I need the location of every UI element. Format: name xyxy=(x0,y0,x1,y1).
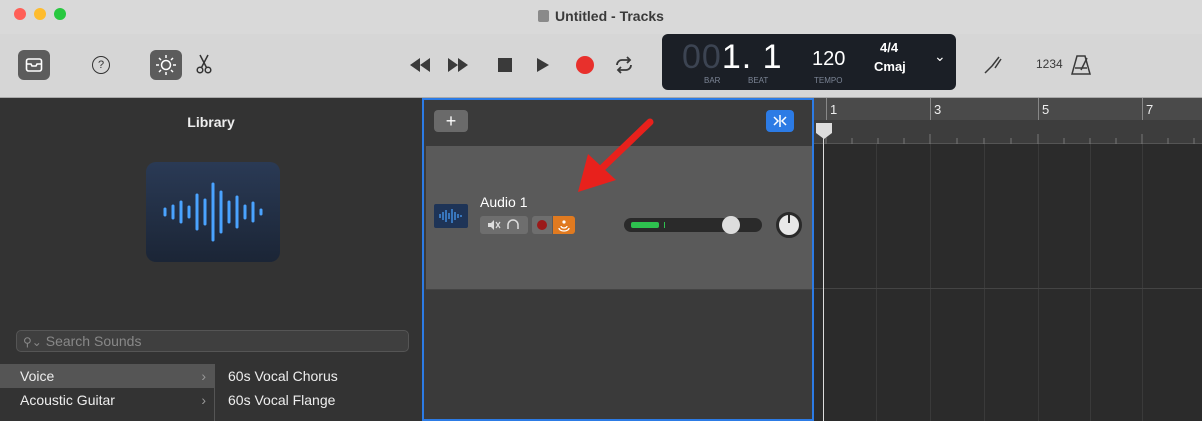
rewind-icon xyxy=(410,58,430,72)
cycle-icon xyxy=(616,56,632,74)
annotation-red-arrow xyxy=(578,118,654,192)
document-icon xyxy=(538,10,550,22)
library-panel: Library ⚲⌄ Search Sounds Voice › Acousti… xyxy=(0,98,422,421)
metronome-icon xyxy=(1071,55,1091,75)
catch-icon xyxy=(773,115,787,127)
tuning-fork-icon xyxy=(984,56,1002,74)
category-acoustic-guitar[interactable]: Acoustic Guitar › xyxy=(0,388,214,412)
fast-forward-button[interactable] xyxy=(446,56,470,74)
solo-headphones-button[interactable] xyxy=(507,219,519,229)
quick-help-button[interactable]: ? xyxy=(92,56,110,74)
ruler-ticks xyxy=(825,134,1195,144)
lcd-bar-label: BAR xyxy=(704,76,721,85)
chevron-right-icon: › xyxy=(201,368,206,384)
tracks-timeline[interactable]: 1 3 5 7 xyxy=(814,98,1202,421)
category-voice[interactable]: Voice › xyxy=(0,364,214,388)
lcd-time-signature: 4/4 xyxy=(880,40,899,55)
ruler[interactable]: 1 3 5 7 xyxy=(814,98,1202,144)
ruler-mark: 7 xyxy=(1146,102,1154,117)
pan-knob[interactable] xyxy=(776,212,802,238)
lcd-display[interactable]: 001. 1 BAR BEAT 120 TEMPO 4/4 Cmaj ⌄ xyxy=(662,34,956,90)
editors-button[interactable] xyxy=(195,54,213,74)
control-bar: ? 001. 1 BAR BEAT 120 TEMPO 4/4 Cmaj ⌄ 1… xyxy=(0,34,1202,98)
waveform-icon xyxy=(163,182,263,242)
ruler-mark: 1 xyxy=(830,102,838,117)
playhead[interactable] xyxy=(823,124,824,421)
rewind-button[interactable] xyxy=(408,56,432,74)
lcd-beat-value: 1. 1 xyxy=(721,38,783,76)
input-monitoring-button[interactable] xyxy=(553,216,575,234)
track-waveform-icon xyxy=(434,204,468,228)
search-sounds-field[interactable]: ⚲⌄ Search Sounds xyxy=(16,330,409,352)
track-name[interactable]: Audio 1 xyxy=(480,194,527,210)
fast-forward-icon xyxy=(448,58,468,72)
window-title: Untitled - Tracks xyxy=(0,8,1202,24)
cycle-area[interactable] xyxy=(814,98,1202,120)
stop-button[interactable] xyxy=(498,58,512,72)
tuner-button[interactable] xyxy=(982,54,1004,76)
library-button[interactable] xyxy=(18,50,50,80)
smart-controls-button[interactable] xyxy=(150,50,182,80)
count-in-button[interactable]: 1234 xyxy=(1036,57,1063,71)
track-headers-area: + Audio 1 xyxy=(422,98,814,421)
patch-icon-waveform xyxy=(146,162,280,262)
search-icon: ⚲⌄ xyxy=(23,335,42,349)
volume-slider-knob[interactable] xyxy=(722,216,740,234)
title-bar: Untitled - Tracks xyxy=(0,0,1202,34)
search-placeholder: Search Sounds xyxy=(45,333,142,349)
record-enable-button[interactable] xyxy=(532,216,552,234)
library-icon xyxy=(25,58,43,72)
patch-60s-vocal-chorus[interactable]: 60s Vocal Chorus xyxy=(228,364,338,388)
catch-playhead-button[interactable] xyxy=(766,110,794,132)
lcd-dropdown-chevron-icon[interactable]: ⌄ xyxy=(934,48,946,65)
record-enable-icon xyxy=(537,220,547,230)
chevron-right-icon: › xyxy=(201,392,206,408)
lcd-bar-value: 00 xyxy=(682,38,722,76)
smart-controls-icon xyxy=(156,55,176,75)
playhead-handle-icon[interactable] xyxy=(815,122,833,140)
track-audio-1[interactable]: Audio 1 xyxy=(426,118,812,290)
lcd-beat-label: BEAT xyxy=(748,76,769,85)
mute-solo-group xyxy=(480,216,528,234)
level-meter xyxy=(631,222,659,228)
ruler-mark: 3 xyxy=(934,102,942,117)
ruler-mark: 5 xyxy=(1042,102,1050,117)
library-title: Library xyxy=(187,114,235,130)
record-button[interactable] xyxy=(576,56,594,74)
input-monitor-icon xyxy=(558,220,570,232)
patch-60s-vocal-flange[interactable]: 60s Vocal Flange xyxy=(228,388,335,412)
add-track-button[interactable]: + xyxy=(434,110,468,132)
lcd-tempo-value: 120 xyxy=(812,48,846,70)
volume-slider[interactable] xyxy=(624,216,762,234)
cycle-button[interactable] xyxy=(614,55,634,75)
play-button[interactable] xyxy=(536,56,550,74)
mute-button[interactable] xyxy=(488,220,501,230)
lcd-key: Cmaj xyxy=(874,59,906,74)
play-icon xyxy=(537,58,549,72)
column-divider xyxy=(214,364,215,421)
scissors-icon xyxy=(196,54,212,74)
lcd-tempo-label: TEMPO xyxy=(814,76,843,85)
metronome-button[interactable] xyxy=(1070,54,1092,76)
